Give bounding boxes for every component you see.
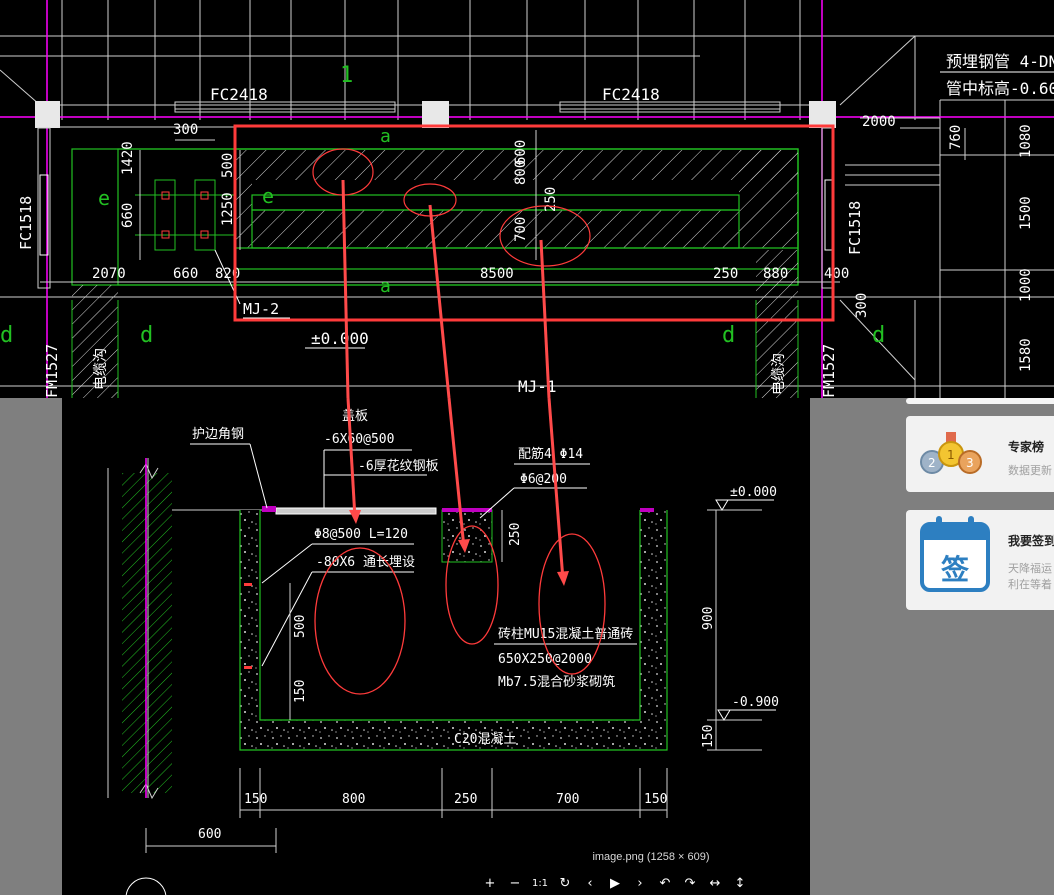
window-label-right: FC2418 (602, 85, 660, 104)
next-icon[interactable]: › (630, 874, 650, 894)
prev-icon[interactable]: ‹ (580, 874, 600, 894)
section-drawing: 护边角钢 盖板 -6X60@500 -6厚花纹钢板 配筋4 Φ14 Φ6@200… (107, 398, 779, 895)
medals-icon: 2 1 3 (920, 432, 982, 474)
note-line-2: 管中标高-0.600 (946, 79, 1054, 98)
bottom-dim-5: 150 (644, 792, 667, 807)
fc1518-right: FC1518 (846, 201, 864, 255)
zoom-out-icon[interactable]: − (505, 874, 525, 894)
label-d-0: d (0, 323, 13, 348)
image-caption: image.png (1258 × 609) (592, 851, 710, 863)
dim-1420: 1420 (120, 141, 136, 175)
dim-820: 820 (215, 266, 240, 282)
concrete-label: C20混凝土 (454, 731, 516, 747)
label-d-3: d (872, 323, 885, 348)
dim-1000: 1000 (1018, 268, 1034, 302)
calendar-sign-icon: 签 (920, 516, 990, 592)
side-card-top-edge (906, 398, 1054, 404)
experts-subtitle: 数据更新 (1008, 465, 1052, 477)
svg-text:2: 2 (928, 456, 936, 470)
zoom-in-icon[interactable]: + (480, 874, 500, 894)
flat-steel-note: -80X6 通长埋设 (316, 555, 415, 570)
cover-spec-1: -6X60@500 (324, 432, 394, 447)
bottom-dim-2: 800 (342, 792, 365, 807)
mj2-label: MJ-2 (243, 300, 279, 318)
actual-size-icon[interactable]: 1:1 (530, 874, 550, 894)
svg-text:3: 3 (966, 456, 974, 470)
label-a-bottom: a (380, 276, 391, 297)
dim-2000: 2000 (862, 114, 896, 130)
dim-250: 250 (713, 266, 738, 282)
signin-subtitle-1: 天降福运 (1008, 563, 1052, 575)
elev-bottom-label: -0.900 (732, 695, 779, 710)
window-label-left: FC2418 (210, 85, 268, 104)
anchor-note: Φ8@500 L=120 (314, 527, 408, 542)
fm1527-left: FM1527 (43, 344, 61, 398)
label-a-top: a (380, 126, 391, 147)
dim-500-label: 500 (293, 615, 308, 638)
dim-660: 660 (120, 203, 136, 228)
label-d-2: d (722, 323, 735, 348)
rebar-note-1: 配筋4 Φ14 (518, 446, 583, 462)
signin-title[interactable]: 我要签到 (1008, 532, 1054, 549)
bottom-dim-3: 250 (454, 792, 477, 807)
brick-note-3: Mb7.5混合砂浆砌筑 (498, 674, 615, 690)
dim-1500: 1500 (1018, 196, 1034, 230)
label-e-right: e (262, 184, 274, 208)
dim-900-label: 900 (701, 607, 716, 630)
experts-title[interactable]: 专家榜 (1008, 438, 1044, 455)
note-line-1: 预埋钢管 4-DN100 (946, 52, 1054, 71)
flip-horizontal-icon[interactable]: ↔ (705, 874, 725, 894)
cable-trench-right: 电缆沟 (771, 353, 787, 395)
dim-300b: 300 (854, 293, 870, 318)
dim-800: 800 (513, 160, 529, 185)
fm1527-right: FM1527 (820, 344, 838, 398)
cover-plate-label: 盖板 (342, 409, 368, 424)
play-icon[interactable]: ▶ (605, 874, 625, 894)
dim-150-right: 150 (701, 725, 716, 748)
cable-trench-left: 电缆沟 (93, 348, 109, 390)
dim-600-label: 600 (198, 827, 221, 842)
mj1-label: MJ-1 (518, 377, 557, 396)
dim-8500: 8500 (480, 266, 514, 282)
rebar-note-2: Φ6@200 (520, 472, 567, 487)
dim-2070: 2070 (92, 266, 126, 282)
cad-plan-view: FC2418 FC2418 1 预埋钢管 4-DN100 管中标高-0.600 … (0, 0, 1054, 398)
dim-400: 400 (824, 266, 849, 282)
rotate-right-icon[interactable]: ↷ (680, 874, 700, 894)
image-viewer: 护边角钢 盖板 -6X60@500 -6厚花纹钢板 配筋4 Φ14 Φ6@200… (62, 398, 810, 895)
label-e-left: e (98, 186, 110, 210)
dim-150-label: 150 (293, 680, 308, 703)
bottom-dim-1: 150 (244, 792, 267, 807)
label-d-1: d (140, 323, 153, 348)
dim-880: 880 (763, 266, 788, 282)
dim-700: 700 (513, 217, 529, 242)
signin-subtitle-2: 利在等着 (1008, 579, 1052, 591)
dim-1080: 1080 (1018, 124, 1034, 158)
viewer-toolbar: + −1:1 ↻ ‹ ▶ › ↶ ↷ ↔ ↕ (480, 874, 750, 894)
brick-note-1: 砖柱MU15混凝土普通砖 (498, 626, 633, 642)
experts-card[interactable]: 2 1 3 专家榜 数据更新 (906, 416, 1054, 492)
rotate-left-icon[interactable]: ↶ (655, 874, 675, 894)
dim-250-label: 250 (508, 523, 523, 546)
dim-660b: 660 (173, 266, 198, 282)
elev-top-label: ±0.000 (730, 485, 777, 500)
dim-760: 760 (948, 125, 964, 150)
svg-text:1: 1 (947, 448, 955, 462)
cover-spec-2: -6厚花纹钢板 (358, 458, 439, 474)
guard-angle-label: 护边角钢 (192, 427, 244, 442)
dim-1580: 1580 (1018, 338, 1034, 372)
axis-number: 1 (340, 63, 353, 88)
brick-note-2: 650X250@2000 (498, 652, 592, 667)
fc1518-left: FC1518 (17, 196, 35, 250)
reset-icon[interactable]: ↻ (555, 874, 575, 894)
flip-vertical-icon[interactable]: ↕ (730, 874, 750, 894)
dim-300: 300 (173, 122, 198, 138)
signin-card[interactable]: 签 我要签到 天降福运 利在等着 (906, 510, 1054, 610)
elevation-zero-plan: ±0.000 (311, 329, 369, 348)
dim-250b: 250 (543, 187, 559, 212)
bottom-dim-4: 700 (556, 792, 579, 807)
